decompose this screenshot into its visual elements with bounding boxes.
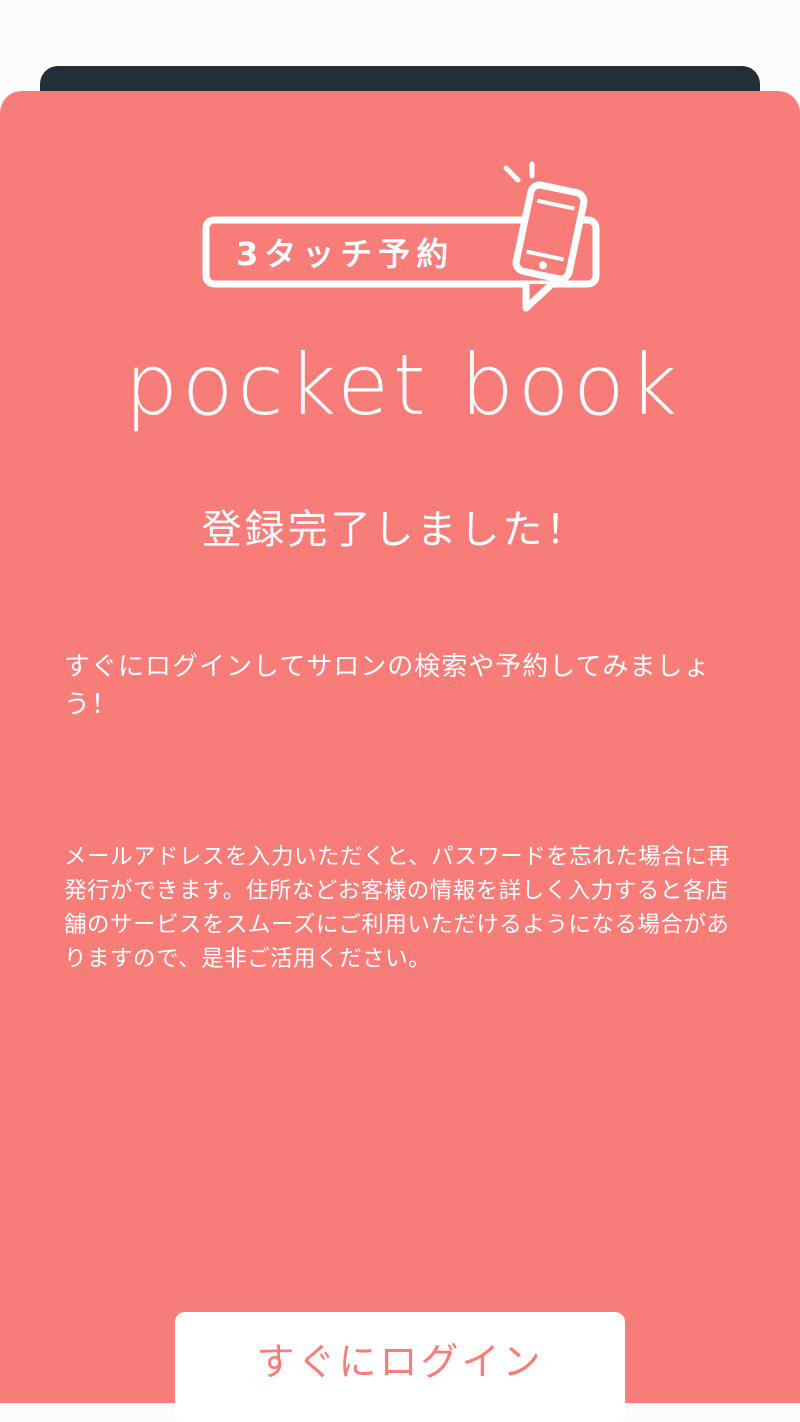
sparkle-icon <box>503 161 535 183</box>
badge-text: 3タッチ予約 <box>236 235 454 273</box>
brand-name: pocket book <box>125 336 682 434</box>
page-title: 登録完了しました！ <box>201 507 589 553</box>
smartphone-icon <box>512 181 588 283</box>
profile-info-note: メールアドレスを入力いただくと、パスワードを忘れた場合に再発行ができます。住所な… <box>64 844 731 972</box>
login-prompt-text: すぐにログインしてサロンの検索や予約してみましょう！ <box>64 652 711 720</box>
three-touch-reservation-badge: 3タッチ予約 <box>202 161 600 312</box>
pocket-book-logo: pocket book <box>125 336 682 434</box>
login-now-button[interactable]: すぐにログイン <box>175 1312 625 1422</box>
